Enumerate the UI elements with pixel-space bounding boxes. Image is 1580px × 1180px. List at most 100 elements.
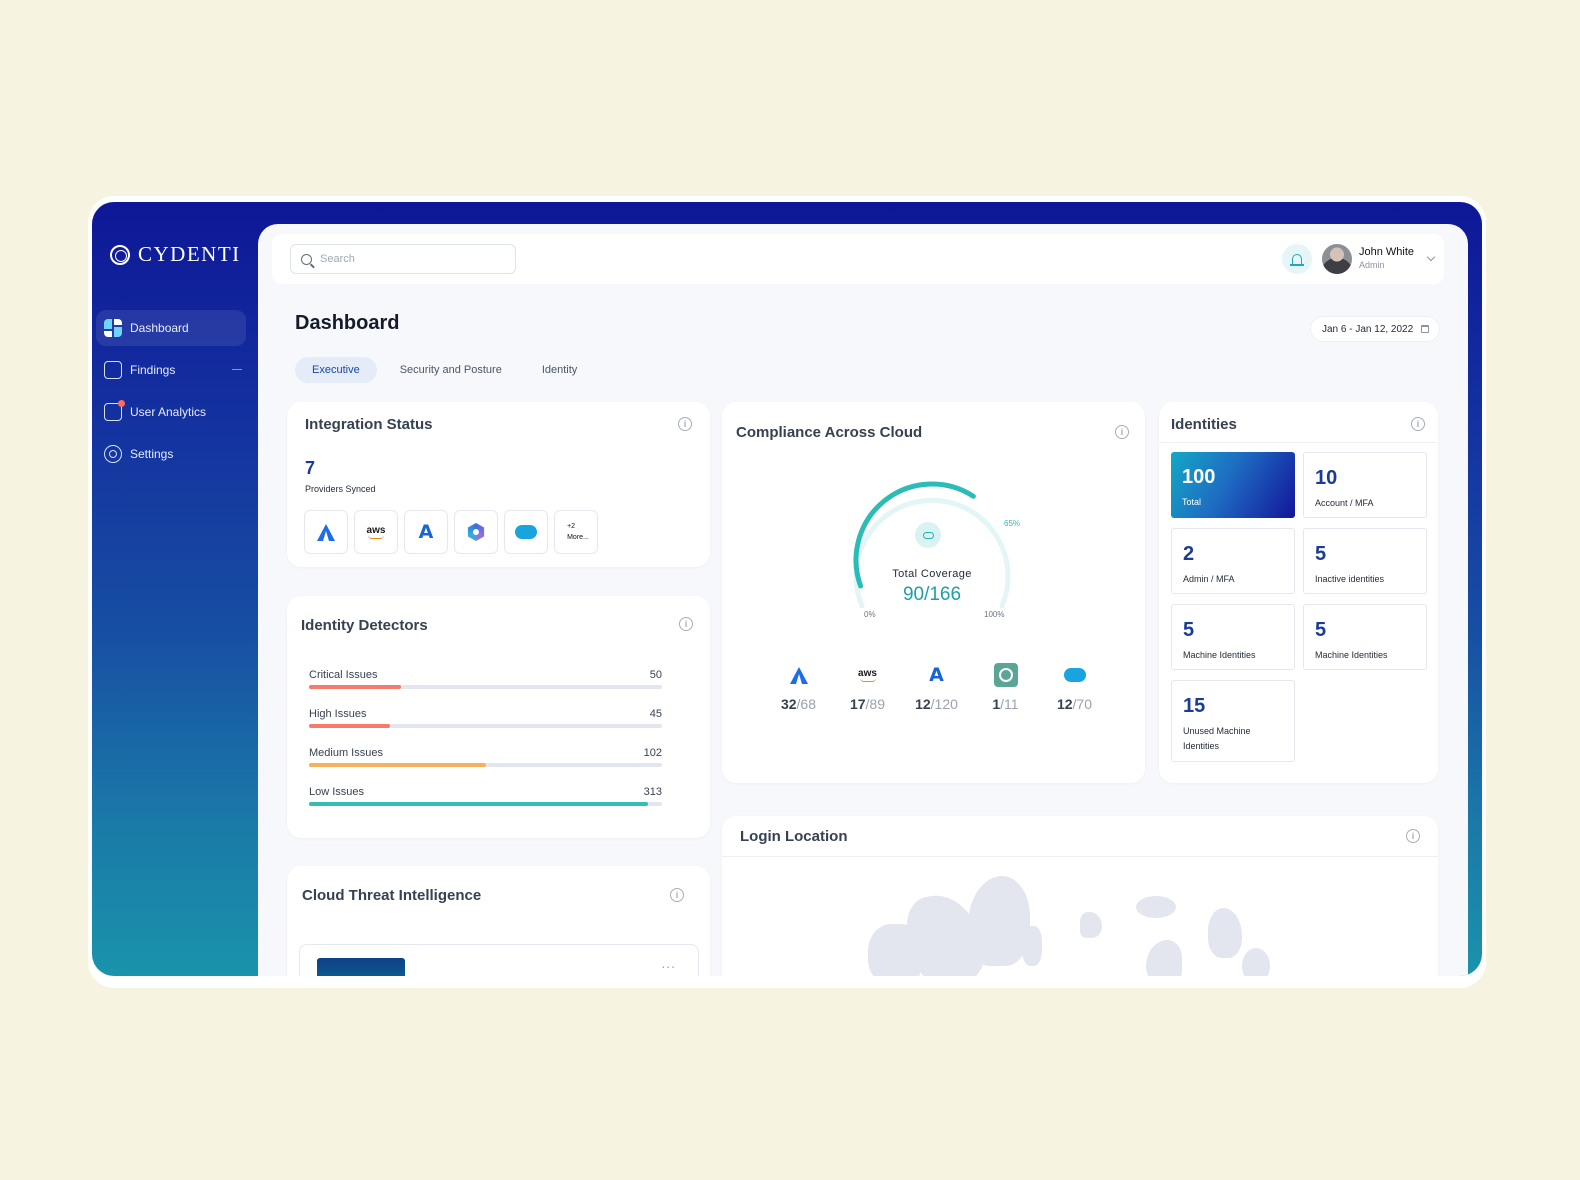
tile-value: 2 bbox=[1183, 543, 1195, 565]
cloud-stat-value: 12/70 bbox=[1057, 696, 1092, 712]
dashboard-icon bbox=[104, 319, 122, 337]
login-location-card: Login Location i bbox=[722, 816, 1438, 976]
issue-track bbox=[309, 685, 662, 689]
analytics-icon bbox=[104, 400, 125, 421]
user-name[interactable]: John White bbox=[1359, 246, 1414, 258]
provider-azure[interactable]: A bbox=[404, 510, 448, 554]
provider-salesforce[interactable] bbox=[504, 510, 548, 554]
notifications-button[interactable] bbox=[1282, 244, 1312, 274]
identity-tile-inactive[interactable]: 5 Inactive identities bbox=[1303, 528, 1427, 594]
cloud-stats: 32/68 aws 17/89 A 12/120 1/11 12/70 bbox=[764, 660, 1109, 712]
tile-value: 5 bbox=[1315, 543, 1327, 565]
info-icon[interactable]: i bbox=[1406, 829, 1420, 843]
issue-track bbox=[309, 724, 662, 728]
azure-icon: A bbox=[418, 521, 434, 543]
issue-value: 102 bbox=[643, 747, 662, 759]
provider-atlassian[interactable] bbox=[304, 510, 348, 554]
cloud-stat-azure: A 12/120 bbox=[902, 660, 971, 712]
sidebar-item-label: Findings bbox=[130, 363, 176, 377]
stat-num: 12 bbox=[915, 696, 931, 712]
card-title: Compliance Across Cloud bbox=[736, 424, 923, 441]
stat-den: /11 bbox=[1000, 696, 1019, 712]
provider-hexagon[interactable] bbox=[454, 510, 498, 554]
issue-fill bbox=[309, 763, 486, 767]
brand-logo[interactable]: CYDENTI bbox=[110, 242, 241, 267]
salesforce-icon bbox=[1063, 668, 1086, 682]
chevron-down-icon[interactable] bbox=[1426, 252, 1436, 262]
issue-value: 313 bbox=[643, 786, 662, 798]
stat-den: /89 bbox=[865, 696, 886, 712]
tile-label: Unused Machine Identities bbox=[1183, 726, 1251, 751]
map-land bbox=[1146, 940, 1182, 976]
cloud-stat-value: 32/68 bbox=[781, 696, 816, 712]
provider-more[interactable]: +2 More... bbox=[554, 510, 598, 554]
stat-num: 32 bbox=[780, 696, 797, 712]
cloud-stat-value: 17/89 bbox=[850, 696, 885, 712]
sidebar-item-user-analytics[interactable]: User Analytics bbox=[96, 394, 246, 430]
ring-icon bbox=[993, 663, 1018, 687]
issue-fill bbox=[309, 802, 648, 806]
card-title: Identities bbox=[1171, 416, 1237, 433]
info-icon[interactable]: i bbox=[1115, 425, 1129, 439]
threat-thumbnail bbox=[317, 958, 405, 976]
issue-row[interactable]: Critical Issues 50 bbox=[309, 669, 662, 689]
notification-dot bbox=[118, 400, 125, 407]
gauge-percent: 65% bbox=[1004, 519, 1021, 528]
tab-identity[interactable]: Identity bbox=[525, 357, 594, 383]
collapse-dash[interactable] bbox=[232, 369, 242, 370]
info-icon[interactable]: i bbox=[1411, 417, 1425, 431]
stat-den: /120 bbox=[930, 696, 958, 712]
identity-detectors-card: Identity Detectors i Critical Issues 50 Hi… bbox=[287, 596, 710, 838]
identity-tile-total[interactable]: 100 Total bbox=[1171, 452, 1295, 518]
sidebar-item-label: Settings bbox=[130, 447, 174, 461]
map-land bbox=[1208, 908, 1242, 958]
sidebar-item-settings[interactable]: Settings bbox=[96, 436, 246, 472]
cloud-icon bbox=[915, 522, 941, 548]
identity-tile-unused-machine[interactable]: 15 Unused Machine Identities bbox=[1171, 680, 1295, 762]
info-icon[interactable]: i bbox=[678, 417, 692, 431]
info-icon[interactable]: i bbox=[670, 888, 684, 902]
info-icon[interactable]: i bbox=[679, 617, 693, 631]
more-icon[interactable]: ... bbox=[661, 955, 676, 971]
atlassian-icon bbox=[317, 523, 335, 541]
tile-value: 5 bbox=[1183, 619, 1195, 641]
identity-tile-machine[interactable]: 5 Machine Identities bbox=[1171, 604, 1295, 670]
search-box[interactable] bbox=[290, 244, 516, 274]
identity-tile-account-mfa[interactable]: 10 Account / MFA bbox=[1303, 452, 1427, 518]
provider-aws[interactable]: aws bbox=[354, 510, 398, 554]
threat-item[interactable]: ... bbox=[299, 944, 699, 976]
map-land bbox=[1022, 926, 1042, 966]
sidebar-item-dashboard[interactable]: Dashboard bbox=[96, 310, 246, 346]
page-title: Dashboard bbox=[295, 312, 400, 334]
findings-icon bbox=[104, 361, 122, 379]
bell-icon bbox=[1290, 253, 1304, 266]
issue-row[interactable]: Low Issues 313 bbox=[309, 786, 662, 806]
tab-security-posture[interactable]: Security and Posture bbox=[383, 357, 519, 383]
tab-executive[interactable]: Executive bbox=[295, 357, 377, 383]
coverage-gauge: Total Coverage 90/166 65% 0% 100% bbox=[842, 480, 1022, 620]
tile-value: 5 bbox=[1315, 619, 1327, 641]
brand-name: CYDENTI bbox=[138, 242, 241, 266]
identities-card: Identities i 100 Total 10 Account / MFA … bbox=[1159, 402, 1438, 783]
date-range-picker[interactable]: Jan 6 - Jan 12, 2022 bbox=[1310, 316, 1440, 342]
identity-tile-machine-2[interactable]: 5 Machine Identities bbox=[1303, 604, 1427, 670]
stat-den: /70 bbox=[1072, 696, 1093, 712]
compliance-card: Compliance Across Cloud i Total Coverage… bbox=[722, 402, 1145, 783]
issue-row[interactable]: High Issues 45 bbox=[309, 708, 662, 728]
cloud-stat-value: 1/11 bbox=[992, 696, 1018, 712]
issue-row[interactable]: Medium Issues 102 bbox=[309, 747, 662, 767]
stat-den: /68 bbox=[796, 696, 817, 712]
search-input[interactable] bbox=[320, 253, 500, 265]
identity-tile-admin-mfa[interactable]: 2 Admin / MFA bbox=[1171, 528, 1295, 594]
azure-icon: A bbox=[929, 664, 944, 686]
more-text: More... bbox=[567, 534, 589, 541]
issue-value: 45 bbox=[649, 708, 662, 720]
aws-icon: aws bbox=[367, 525, 386, 539]
gear-icon bbox=[104, 445, 122, 463]
sidebar-item-findings[interactable]: Findings bbox=[96, 352, 246, 388]
cloud-stat-salesforce: 12/70 bbox=[1040, 660, 1109, 712]
avatar[interactable] bbox=[1322, 244, 1352, 274]
issue-track bbox=[309, 763, 662, 767]
issue-value: 50 bbox=[649, 669, 662, 681]
gauge-min: 0% bbox=[864, 610, 876, 619]
